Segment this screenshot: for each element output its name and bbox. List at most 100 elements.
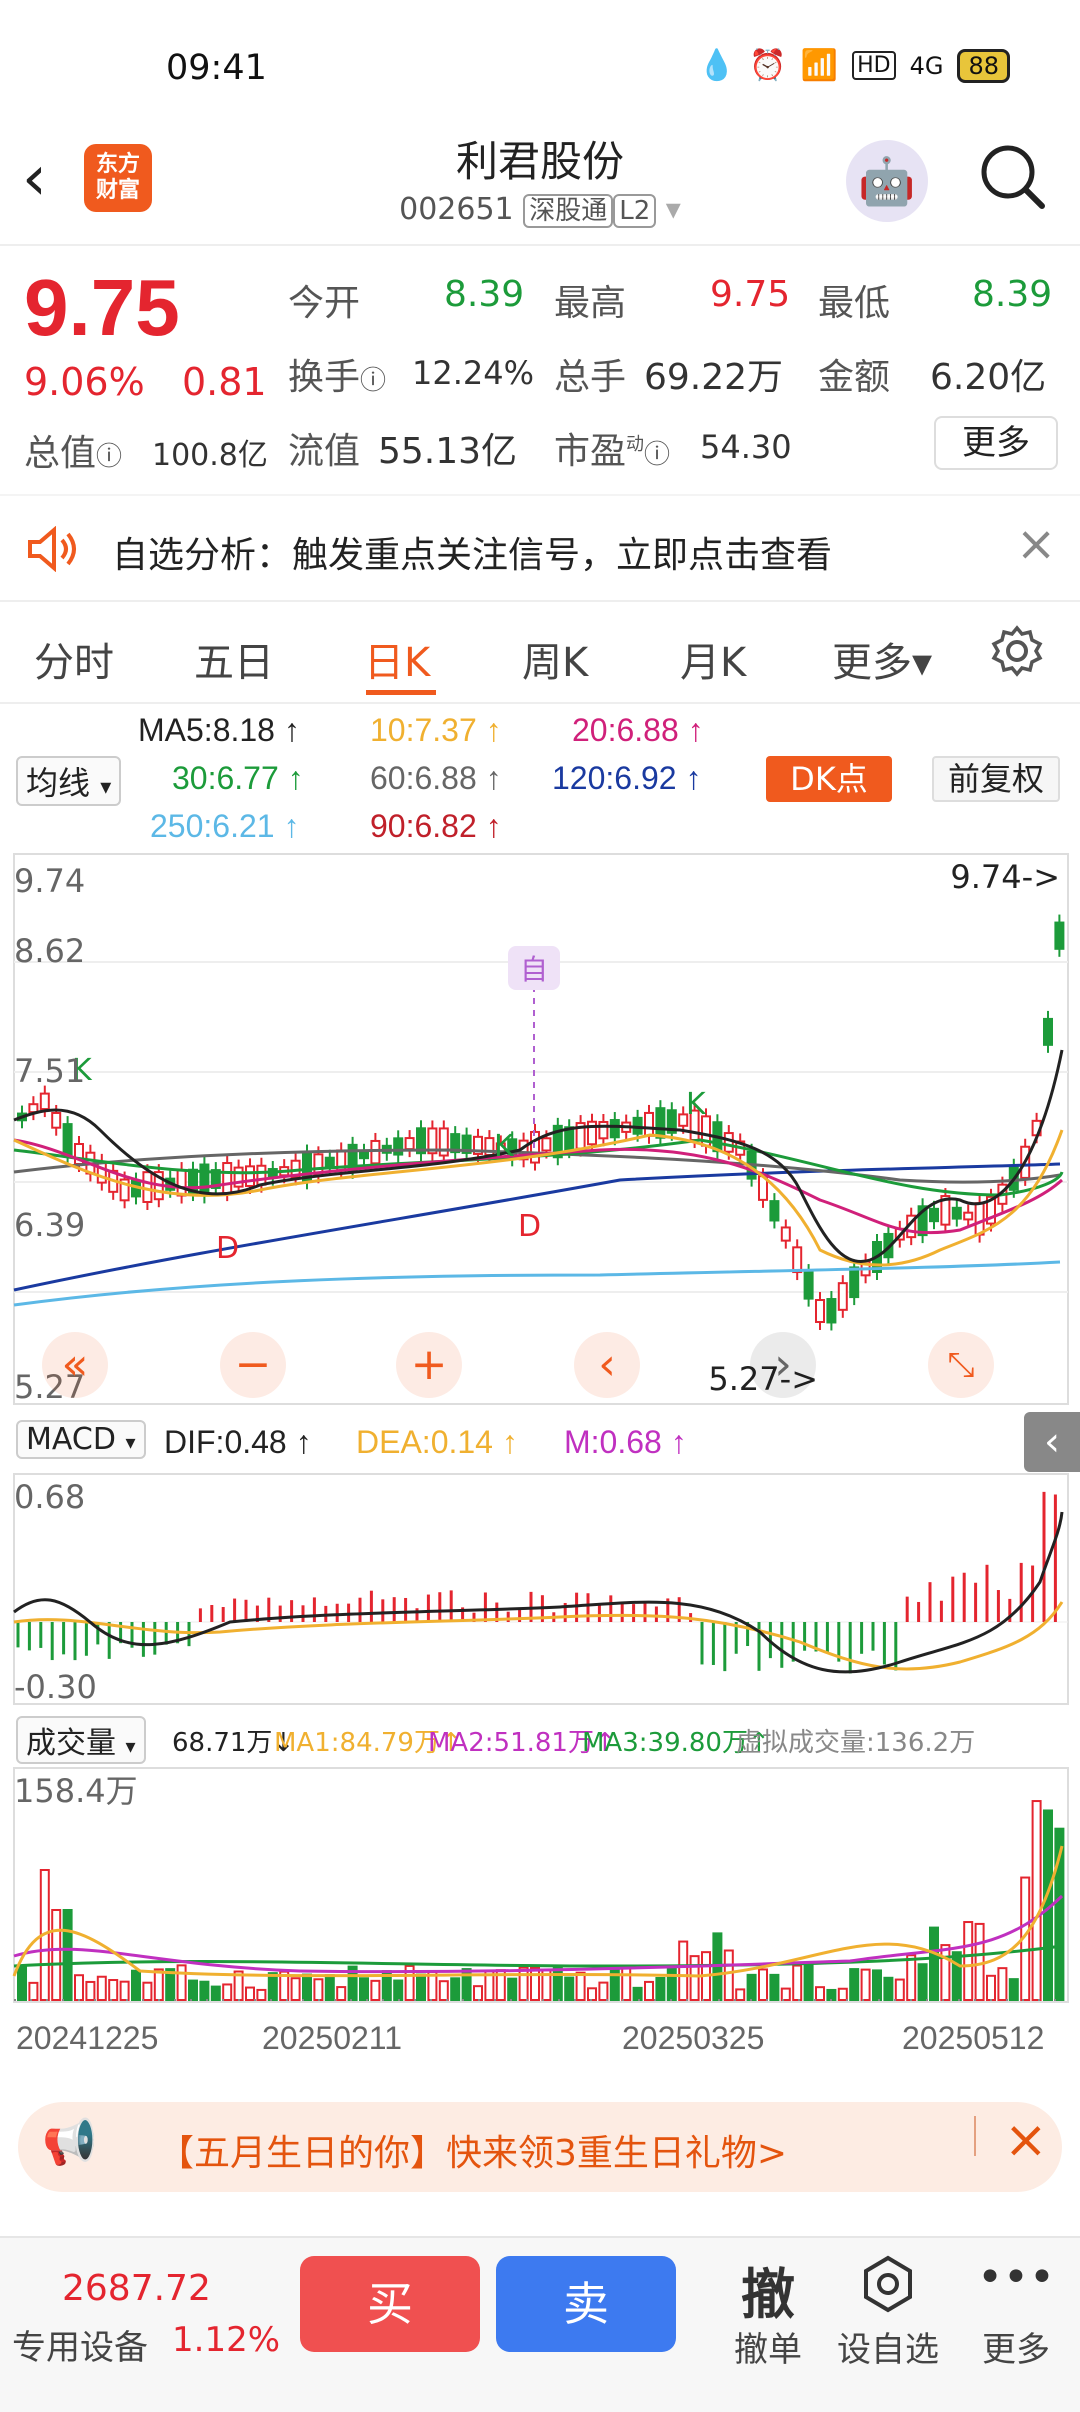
status-icons: 💧 ⏰ 📶 HD 4G 88 bbox=[698, 48, 1010, 83]
candle bbox=[245, 1165, 255, 1187]
search-icon[interactable] bbox=[976, 140, 1048, 212]
volume-bar bbox=[575, 1971, 586, 2002]
marker-k: K bbox=[494, 1129, 515, 1164]
y-label: 6.39 bbox=[14, 1206, 85, 1244]
market-tag: 深股通 bbox=[523, 194, 614, 228]
volume-bar bbox=[438, 1980, 449, 2002]
chevron-down-icon[interactable]: ▾ bbox=[666, 192, 681, 227]
volume-selector-label: 成交量 bbox=[26, 1726, 116, 1761]
open-label: 今开 bbox=[288, 283, 361, 324]
macd-selector-label: MACD bbox=[26, 1422, 116, 1457]
volume-bar bbox=[644, 1980, 654, 2002]
tab-more[interactable]: 更多▾ bbox=[832, 630, 932, 688]
fullscreen-icon[interactable]: ⤡ bbox=[928, 1332, 994, 1398]
candle bbox=[951, 1206, 962, 1220]
more-quote-button[interactable]: 更多 bbox=[934, 416, 1058, 470]
candle bbox=[963, 1211, 974, 1221]
tab-monthly-k[interactable]: 月K bbox=[680, 630, 746, 688]
add-watchlist-label[interactable]: 设自选 bbox=[830, 2322, 946, 2371]
volume-bar bbox=[131, 1969, 141, 2001]
macd-selector[interactable]: MACD ▾ bbox=[16, 1420, 146, 1459]
volume-bar bbox=[917, 1963, 928, 2002]
level-tag: L2 bbox=[613, 194, 657, 228]
tab-five-day[interactable]: 五日 bbox=[194, 630, 274, 688]
add-watchlist-icon[interactable] bbox=[858, 2254, 918, 2314]
signal-icon: 4G bbox=[909, 51, 944, 80]
volume-bar bbox=[951, 1951, 962, 2001]
tab-daily-k[interactable]: 日K bbox=[364, 630, 430, 688]
turnover-value: 12.24% bbox=[412, 354, 535, 392]
candle bbox=[792, 1246, 803, 1274]
virtual-volume: 虚拟成交量:136.2万 bbox=[736, 1728, 976, 1758]
volume-ma3-text: MA3:39.80万 bbox=[582, 1728, 748, 1758]
sector-index-value[interactable]: 2687.72 bbox=[62, 2268, 211, 2309]
ma250-value: 250:6.21 ↑ bbox=[150, 808, 300, 844]
volume-bar bbox=[119, 1980, 130, 2001]
volume-selector[interactable]: 成交量 ▾ bbox=[16, 1716, 146, 1764]
cancel-order-icon[interactable]: 撤 bbox=[718, 2250, 818, 2329]
date-label: 20241225 bbox=[16, 2020, 159, 2056]
volume-bar bbox=[267, 1972, 278, 2001]
macd-chart[interactable]: 0.68 -0.30 bbox=[0, 1472, 1080, 1708]
volume-bar bbox=[153, 1968, 164, 2002]
info-icon[interactable]: ⓘ bbox=[96, 442, 122, 472]
marker-zi[interactable]: 自 bbox=[520, 953, 548, 986]
close-icon[interactable]: × bbox=[1016, 516, 1056, 572]
pe-label: 市盈动ⓘ bbox=[554, 422, 670, 474]
scroll-right-icon[interactable]: › bbox=[750, 1332, 816, 1398]
info-icon[interactable]: ⓘ bbox=[644, 440, 670, 470]
tab-intraday[interactable]: 分时 bbox=[34, 630, 114, 688]
analysis-notice[interactable]: 自选分析：触发重点关注信号，立即点击查看 × bbox=[0, 496, 1080, 600]
more-dots-icon[interactable]: ••• bbox=[966, 2252, 1066, 2303]
volume-bar bbox=[735, 1988, 746, 2001]
total-cap-label: 总值ⓘ bbox=[24, 424, 122, 476]
tab-weekly-k[interactable]: 周K bbox=[522, 630, 588, 688]
volume-bar bbox=[108, 1979, 119, 2002]
volume-bar bbox=[28, 1981, 39, 2001]
candle bbox=[28, 1103, 39, 1114]
volume-bar bbox=[370, 1979, 381, 2002]
candle bbox=[815, 1299, 825, 1323]
kline-chart[interactable]: 自 K K K D D 9.74 8.62 7.51 6.39 5.27 9.7… bbox=[0, 850, 1080, 1410]
volume-bar bbox=[393, 1979, 404, 2002]
more-label[interactable]: 更多 bbox=[966, 2322, 1066, 2371]
y-label: 7.51 bbox=[14, 1052, 85, 1090]
volume-bar bbox=[222, 1983, 233, 2002]
zoom-out-icon[interactable]: − bbox=[220, 1332, 286, 1398]
speaker-icon bbox=[28, 526, 76, 572]
close-icon[interactable]: × bbox=[1004, 2110, 1048, 2170]
ma-selector[interactable]: 均线 ▾ bbox=[16, 756, 122, 806]
info-icon[interactable]: ⓘ bbox=[360, 366, 386, 396]
scroll-left-icon[interactable]: ‹ bbox=[574, 1332, 640, 1398]
buy-button[interactable]: 买 bbox=[300, 2256, 480, 2352]
cancel-order-label[interactable]: 撤单 bbox=[718, 2322, 818, 2371]
candle bbox=[803, 1271, 814, 1300]
macd-dif-text: DIF:0.48 bbox=[164, 1424, 287, 1460]
volume-bar bbox=[336, 1986, 347, 2002]
promo-banner[interactable]: 📢 【五月生日的你】快来领3重生日礼物> × bbox=[18, 2102, 1062, 2192]
float-cap-value: 55.13亿 bbox=[378, 431, 518, 472]
status-bar: 09:41 💧 ⏰ 📶 HD 4G 88 bbox=[0, 0, 1080, 140]
sell-button[interactable]: 卖 bbox=[496, 2256, 676, 2352]
stock-code: 002651 bbox=[399, 192, 514, 227]
divider bbox=[974, 2116, 976, 2156]
sector-change: 1.12% bbox=[172, 2320, 281, 2360]
adjust-button[interactable]: 前复权 bbox=[932, 756, 1060, 802]
volume-chart[interactable]: 158.4万 bbox=[0, 1766, 1080, 2006]
sector-name[interactable]: 专用设备 bbox=[12, 2320, 148, 2369]
volume-bar bbox=[963, 1921, 974, 2001]
scroll-left-fast-icon[interactable]: « bbox=[42, 1332, 108, 1398]
zoom-in-icon[interactable]: + bbox=[396, 1332, 462, 1398]
assistant-robot-icon[interactable]: 🤖 bbox=[846, 140, 928, 222]
ma20-value: 20:6.88 ↑ bbox=[572, 712, 704, 748]
dk-point-button[interactable]: DK点 bbox=[766, 756, 892, 802]
volume-bar bbox=[883, 1976, 894, 2002]
gear-icon[interactable] bbox=[990, 624, 1044, 678]
collapse-panel-icon[interactable]: ‹ bbox=[1024, 1412, 1080, 1472]
date-label: 20250211 bbox=[262, 2020, 402, 2056]
volume-bar bbox=[473, 1985, 483, 2002]
ma60-text: 60:6.88 bbox=[370, 760, 477, 796]
candle bbox=[655, 1107, 666, 1139]
volume-bar bbox=[450, 1977, 461, 2001]
volume-bar bbox=[176, 1964, 187, 2001]
